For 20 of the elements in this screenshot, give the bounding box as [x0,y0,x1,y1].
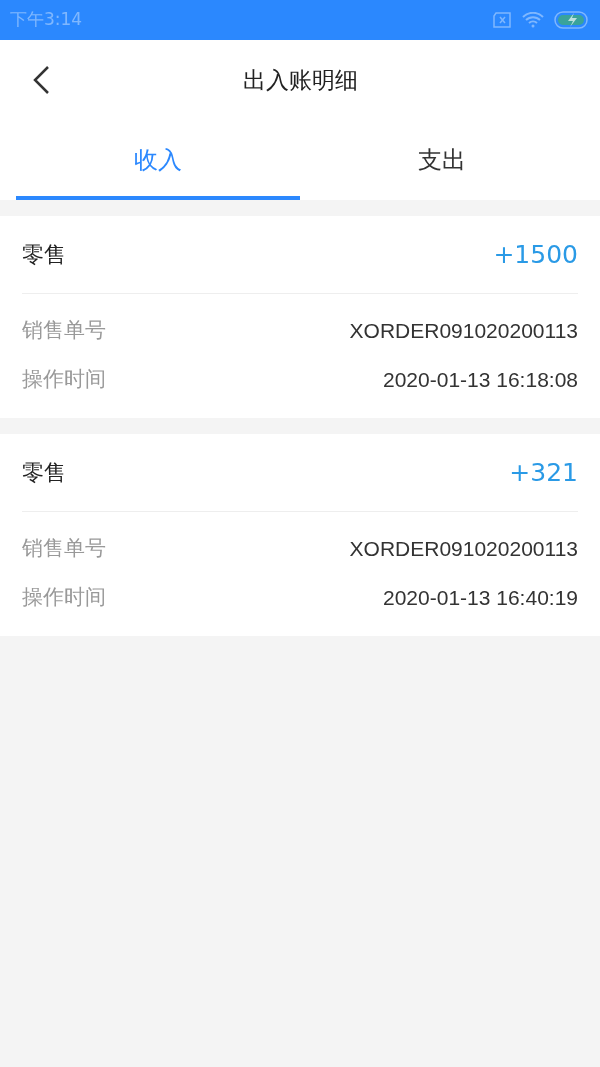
field-value: 2020-01-13 16:40:19 [383,584,578,611]
field-value: 2020-01-13 16:18:08 [383,366,578,393]
status-time: 下午3:14 [10,8,83,32]
back-icon[interactable] [32,65,50,95]
record-type: 零售 [22,459,66,487]
field-value: XORDER091020200113 [349,317,578,344]
record-type: 零售 [22,241,66,269]
field-label: 销售单号 [22,534,106,562]
field-value: XORDER091020200113 [349,535,578,562]
battery-icon [554,11,590,29]
tab[interactable]: 收入 [16,120,300,200]
record-amount: +321 [509,456,578,489]
field-label: 操作时间 [22,365,106,393]
record-amount: +1500 [493,238,578,271]
page-title: 出入账明细 [242,65,358,95]
wifi-icon [522,12,544,28]
no-sim-icon [492,12,512,28]
field-label: 操作时间 [22,583,106,611]
tab[interactable]: 支出 [300,120,584,200]
field-label: 销售单号 [22,316,106,344]
